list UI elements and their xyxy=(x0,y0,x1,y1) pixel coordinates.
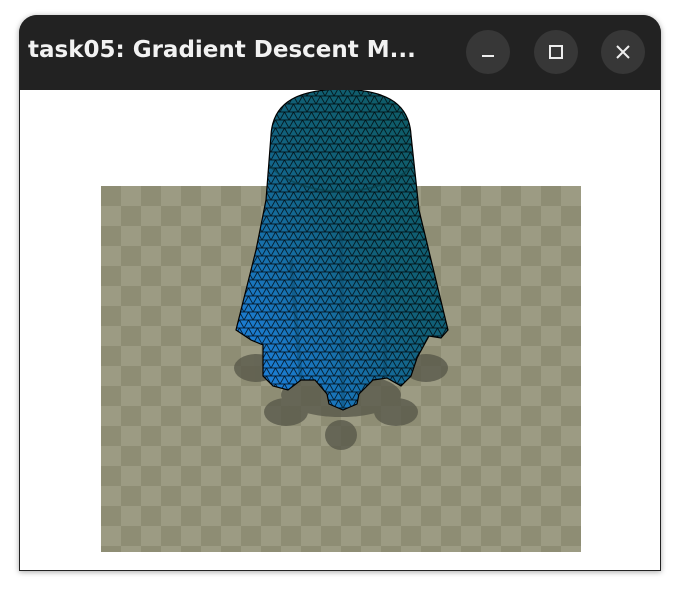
title-bar[interactable]: task05: Gradient Descent M... xyxy=(19,15,661,90)
render-viewport[interactable] xyxy=(20,90,660,570)
close-icon xyxy=(616,45,630,59)
window-title: task05: Gradient Descent M... xyxy=(28,37,416,63)
app-window: task05: Gradient Descent M... xyxy=(19,15,661,571)
maximize-button[interactable] xyxy=(534,30,578,74)
scene-canvas xyxy=(101,90,581,552)
minimize-button[interactable] xyxy=(466,30,510,74)
minimize-icon xyxy=(482,55,494,57)
maximize-icon xyxy=(549,45,563,59)
close-button[interactable] xyxy=(601,30,645,74)
